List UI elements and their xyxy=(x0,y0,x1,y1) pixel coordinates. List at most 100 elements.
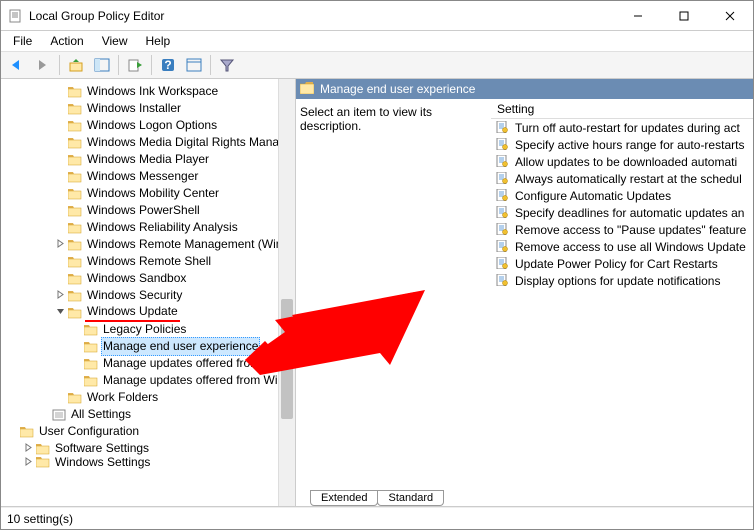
tree-item[interactable]: Windows Update xyxy=(1,304,294,321)
tree-item[interactable]: Windows PowerShell xyxy=(1,202,294,219)
tree-item-label: Windows Installer xyxy=(85,100,183,117)
chevron-right-icon[interactable] xyxy=(21,454,35,471)
tree-pane: Windows Ink WorkspaceWindows InstallerWi… xyxy=(1,79,296,506)
setting-item[interactable]: Remove access to "Pause updates" feature xyxy=(491,221,753,238)
tree-item[interactable]: Windows Installer xyxy=(1,100,294,117)
tree-item-label: Manage end user experience xyxy=(101,337,260,356)
folder-icon xyxy=(67,187,83,201)
setting-label: Display options for update notifications xyxy=(515,274,720,288)
toolbar-separator xyxy=(59,55,60,75)
minimize-button[interactable] xyxy=(615,1,661,31)
tree-item[interactable]: Windows Remote Shell xyxy=(1,253,294,270)
setting-label: Turn off auto-restart for updates during… xyxy=(515,121,740,135)
settings-list: Setting Turn off auto-restart for update… xyxy=(491,99,753,484)
policy-icon xyxy=(495,206,511,220)
folder-icon xyxy=(67,289,83,303)
app-icon xyxy=(7,8,23,24)
tree-item[interactable]: Work Folders xyxy=(1,389,294,406)
menu-file[interactable]: File xyxy=(5,32,40,50)
folder-icon xyxy=(67,255,83,269)
tree-item[interactable]: Windows Settings xyxy=(1,457,294,467)
folder-icon xyxy=(67,238,83,252)
tree-item[interactable]: User Configuration xyxy=(1,423,294,440)
setting-item[interactable]: Turn off auto-restart for updates during… xyxy=(491,119,753,136)
help-button[interactable]: ? xyxy=(156,54,180,76)
setting-label: Remove access to "Pause updates" feature xyxy=(515,223,746,237)
setting-item[interactable]: Display options for update notifications xyxy=(491,272,753,289)
right-pane-body: Select an item to view its description. … xyxy=(296,99,753,484)
tree-item[interactable]: Windows Messenger xyxy=(1,168,294,185)
setting-label: Configure Automatic Updates xyxy=(515,189,671,203)
tree-item-label: Windows Remote Management (WinR xyxy=(85,236,293,253)
tree-item-label: Windows Security xyxy=(85,287,184,304)
tree-item-label: User Configuration xyxy=(37,423,141,440)
tree-item-label: Windows Sandbox xyxy=(85,270,188,287)
setting-item[interactable]: Configure Automatic Updates xyxy=(491,187,753,204)
properties-button[interactable] xyxy=(182,54,206,76)
menu-view[interactable]: View xyxy=(94,32,136,50)
tree-item-label: Windows Mobility Center xyxy=(85,185,221,202)
policy-icon xyxy=(495,172,511,186)
export-button[interactable] xyxy=(123,54,147,76)
forward-button[interactable] xyxy=(31,54,55,76)
folder-icon xyxy=(67,170,83,184)
main-area: Windows Ink WorkspaceWindows InstallerWi… xyxy=(1,79,753,507)
tree-item-label: Windows Remote Shell xyxy=(85,253,213,270)
policy-icon xyxy=(495,155,511,169)
tree-item[interactable]: Manage updates offered from Win xyxy=(1,372,294,389)
folder-icon xyxy=(83,323,99,337)
back-button[interactable] xyxy=(5,54,29,76)
tree-item[interactable]: Manage updates offered from Win xyxy=(1,355,294,372)
menu-action[interactable]: Action xyxy=(42,32,91,50)
description-text: Select an item to view its description. xyxy=(300,105,432,133)
column-header-setting[interactable]: Setting xyxy=(491,99,753,119)
folder-icon xyxy=(300,82,314,97)
tree-item[interactable]: Windows Mobility Center xyxy=(1,185,294,202)
tab-extended[interactable]: Extended xyxy=(310,490,378,506)
filter-button[interactable] xyxy=(215,54,239,76)
tree-item[interactable]: Windows Media Player xyxy=(1,151,294,168)
tree-item[interactable]: All Settings xyxy=(1,406,294,423)
folder-icon xyxy=(67,204,83,218)
folder-icon xyxy=(35,455,51,469)
setting-item[interactable]: Remove access to use all Windows Update xyxy=(491,238,753,255)
tree-item[interactable]: Windows Media Digital Rights Manage xyxy=(1,134,294,151)
tree-item-label: Windows Settings xyxy=(53,454,152,471)
folder-icon xyxy=(67,221,83,235)
policy-icon xyxy=(495,223,511,237)
maximize-button[interactable] xyxy=(661,1,707,31)
tree-item-label: Windows Reliability Analysis xyxy=(85,219,240,236)
tree-item[interactable]: Windows Logon Options xyxy=(1,117,294,134)
tree-item-label: Manage updates offered from Win xyxy=(101,355,286,372)
setting-item[interactable]: Update Power Policy for Cart Restarts xyxy=(491,255,753,272)
tree-item-label: Windows Ink Workspace xyxy=(85,83,220,100)
chevron-right-icon[interactable] xyxy=(53,287,67,304)
policy-icon xyxy=(495,257,511,271)
tree-item[interactable]: Windows Security xyxy=(1,287,294,304)
tree-item[interactable]: Windows Reliability Analysis xyxy=(1,219,294,236)
toolbar-separator xyxy=(118,55,119,75)
toolbar: ? xyxy=(1,51,753,79)
tree-item[interactable]: Manage end user experience xyxy=(1,338,294,355)
show-hide-tree-button[interactable] xyxy=(90,54,114,76)
chevron-right-icon[interactable] xyxy=(53,236,67,253)
setting-item[interactable]: Specify deadlines for automatic updates … xyxy=(491,204,753,221)
tree-item[interactable]: Windows Remote Management (WinR xyxy=(1,236,294,253)
tree-item[interactable]: Windows Sandbox xyxy=(1,270,294,287)
toolbar-separator xyxy=(151,55,152,75)
tree-item-label: All Settings xyxy=(69,406,133,423)
policy-icon xyxy=(495,274,511,288)
tree-scrollbar[interactable] xyxy=(278,79,295,506)
close-button[interactable] xyxy=(707,1,753,31)
setting-item[interactable]: Always automatically restart at the sche… xyxy=(491,170,753,187)
setting-label: Remove access to use all Windows Update xyxy=(515,240,746,254)
tree-item[interactable]: Legacy Policies xyxy=(1,321,294,338)
tab-standard[interactable]: Standard xyxy=(377,490,444,506)
menu-help[interactable]: Help xyxy=(138,32,179,50)
tree-item[interactable]: Windows Ink Workspace xyxy=(1,83,294,100)
folder-icon xyxy=(83,357,99,371)
setting-item[interactable]: Specify active hours range for auto-rest… xyxy=(491,136,753,153)
up-button[interactable] xyxy=(64,54,88,76)
chevron-down-icon[interactable] xyxy=(53,304,67,321)
setting-item[interactable]: Allow updates to be downloaded automati xyxy=(491,153,753,170)
